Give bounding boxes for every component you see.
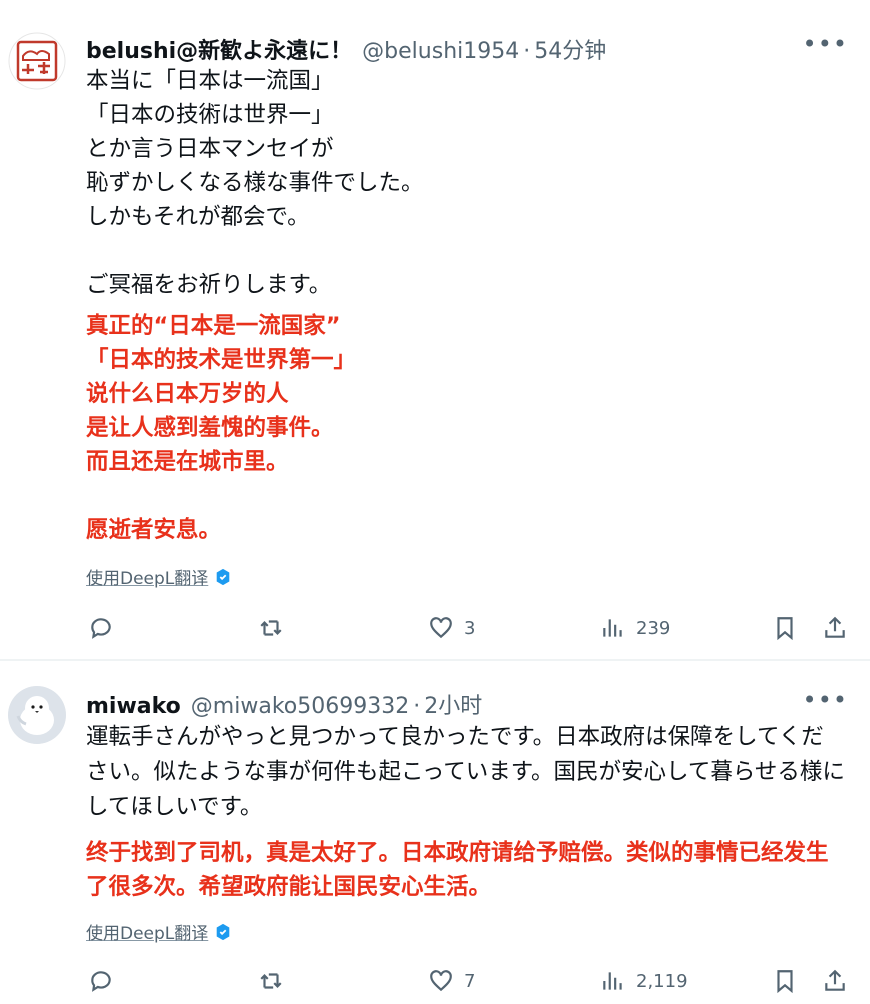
- retweet-icon: [260, 973, 282, 989]
- bookmark-icon: [777, 970, 793, 994]
- tweet[interactable]: belushi@新歓よ永遠に！ @belushi1954 · 54分钟 ••• …: [0, 0, 870, 660]
- reply-icon: [91, 971, 111, 992]
- tweet-text: 運転手さんがやっと見つかって良かったです。日本政府は保障をしてください。似たよう…: [86, 724, 845, 820]
- translate-label[interactable]: 使用DeepL翻译: [86, 564, 208, 589]
- retweet-button[interactable]: [258, 968, 294, 994]
- action-bar: 3 239: [86, 615, 856, 645]
- translation-overlay-text: 真正的“日本是一流国家” 「日本的技术是世界第一」 说什么日本万岁的人 是让人感…: [86, 313, 357, 543]
- bookmark-icon: [777, 617, 793, 641]
- like-icon: [430, 970, 452, 992]
- reply-button[interactable]: [88, 968, 124, 994]
- retweet-icon: [260, 620, 282, 636]
- views-button[interactable]: 239: [600, 615, 670, 641]
- share-icon: [825, 616, 845, 638]
- tweet[interactable]: miwako @miwako50699332 · 2小时 ••• 運転手さんがや…: [0, 662, 870, 1004]
- translate-label[interactable]: 使用DeepL翻译: [86, 919, 208, 944]
- like-button[interactable]: 7: [428, 968, 475, 994]
- views-icon: [603, 619, 622, 637]
- separator: ·: [523, 39, 531, 64]
- timestamp[interactable]: 54分钟: [534, 33, 606, 65]
- display-name[interactable]: belushi@新歓よ永遠に！: [86, 33, 352, 65]
- bookmark-button[interactable]: [772, 615, 798, 641]
- share-icon: [825, 969, 845, 991]
- separator: ·: [413, 694, 421, 719]
- reply-icon: [91, 618, 111, 639]
- tweet-divider: [0, 659, 870, 661]
- share-button[interactable]: [822, 968, 848, 994]
- views-icon: [603, 972, 622, 990]
- views-button[interactable]: 2,119: [600, 968, 688, 994]
- share-button[interactable]: [822, 615, 848, 641]
- bookmark-button[interactable]: [772, 968, 798, 994]
- retweet-button[interactable]: [258, 615, 294, 641]
- like-count: 7: [464, 970, 476, 992]
- translate-link[interactable]: 使用DeepL翻译: [86, 919, 232, 944]
- tweet-header: miwako @miwako50699332 · 2小时: [86, 688, 850, 720]
- user-handle[interactable]: @miwako50699332: [191, 694, 409, 719]
- tweet-header: belushi@新歓よ永遠に！ @belushi1954 · 54分钟: [86, 33, 850, 65]
- translation-overlay-text: 终于找到了司机，真是太好了。日本政府请给予赔偿。类似的事情已经发生了很多次。希望…: [86, 840, 829, 900]
- views-count: 2,119: [636, 970, 688, 992]
- like-count: 3: [464, 617, 476, 639]
- timestamp[interactable]: 2小时: [424, 688, 482, 720]
- like-button[interactable]: 3: [428, 615, 475, 641]
- more-icon[interactable]: •••: [803, 686, 848, 714]
- deepl-badge-icon: [216, 923, 230, 940]
- more-icon[interactable]: •••: [803, 30, 848, 58]
- display-name[interactable]: miwako: [86, 694, 181, 719]
- action-bar: 7 2,119: [86, 968, 856, 998]
- avatar[interactable]: [8, 686, 66, 744]
- avatar[interactable]: [8, 32, 66, 90]
- deepl-badge-icon: [216, 568, 230, 585]
- tweet-text: 本当に「日本は一流国」 「日本の技術は世界一」 とか言う日本マンセイが 恥ずかし…: [86, 68, 424, 298]
- reply-button[interactable]: [88, 615, 124, 641]
- like-icon: [430, 617, 452, 639]
- user-handle[interactable]: @belushi1954: [362, 39, 519, 64]
- translate-link[interactable]: 使用DeepL翻译: [86, 564, 232, 589]
- views-count: 239: [636, 617, 671, 639]
